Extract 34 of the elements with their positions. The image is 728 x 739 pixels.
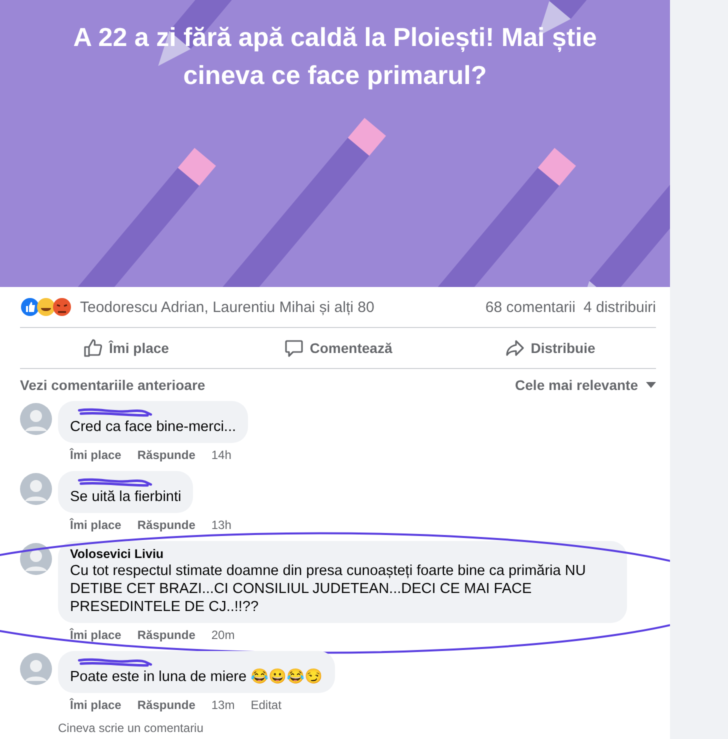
share-button[interactable]: Distribuie	[444, 328, 656, 368]
reply-link[interactable]: Răspunde	[137, 628, 196, 642]
speech-bubble-icon	[284, 338, 304, 358]
sort-dropdown[interactable]: Cele mai relevante	[515, 377, 656, 393]
share-arrow-icon	[504, 338, 525, 358]
share-count[interactable]: 4 distribuiri	[583, 298, 656, 316]
like-button[interactable]: Îmi place	[20, 328, 232, 368]
comment-text: Poate este in luna de miere 😂😀😂😏	[70, 668, 323, 686]
comment-text: Cu tot respectul stimate doamne din presa cunoașteți foarte bine ca primăria NU DETIBE CET BRAZI...CI CONSILIUL JUDETEAN...DECI CE MAI FACE PRESEDINTELE DE CJ..!!??	[70, 562, 587, 616]
typing-indicator: Cineva scrie un comentariu	[57, 721, 204, 735]
comment-time: 20m	[211, 628, 235, 642]
caret-icon	[646, 382, 656, 388]
reply-link[interactable]: Răspunde	[137, 448, 196, 462]
reaction-icons	[20, 297, 72, 317]
comment-button[interactable]: Comentează	[232, 328, 444, 368]
reaction-names[interactable]: Teodorescu Adrian, Laurentiu Mihai și alți 80	[80, 298, 374, 316]
like-link[interactable]: Îmi place	[70, 698, 122, 712]
post-title: A 22 a zi fără apă caldă la Ploiești! Mai știe cineva ce face primarul?	[72, 21, 598, 92]
reply-link[interactable]: Răspunde	[137, 698, 196, 712]
commenter-name[interactable]: Volosevici Liviu	[70, 547, 615, 561]
comment-count[interactable]: 68 comentarii	[485, 298, 576, 316]
reply-link[interactable]: Răspunde	[137, 518, 196, 532]
edited-label: Editat	[250, 698, 282, 712]
comment-time: 13m	[211, 698, 235, 712]
thumbs-up-icon	[83, 338, 104, 358]
comment-time: 14h	[211, 448, 232, 462]
previous-comments-link[interactable]: Vezi comentariile anterioare	[20, 377, 206, 393]
avatar[interactable]	[20, 543, 52, 575]
comment-text: Cred ca face bine-merci...	[70, 418, 236, 436]
comment-time: 13h	[211, 518, 232, 532]
like-link[interactable]: Îmi place	[70, 518, 122, 532]
like-link[interactable]: Îmi place	[70, 448, 122, 462]
like-link[interactable]: Îmi place	[70, 628, 122, 642]
comment-text: Se uită la fierbinti	[70, 488, 182, 506]
